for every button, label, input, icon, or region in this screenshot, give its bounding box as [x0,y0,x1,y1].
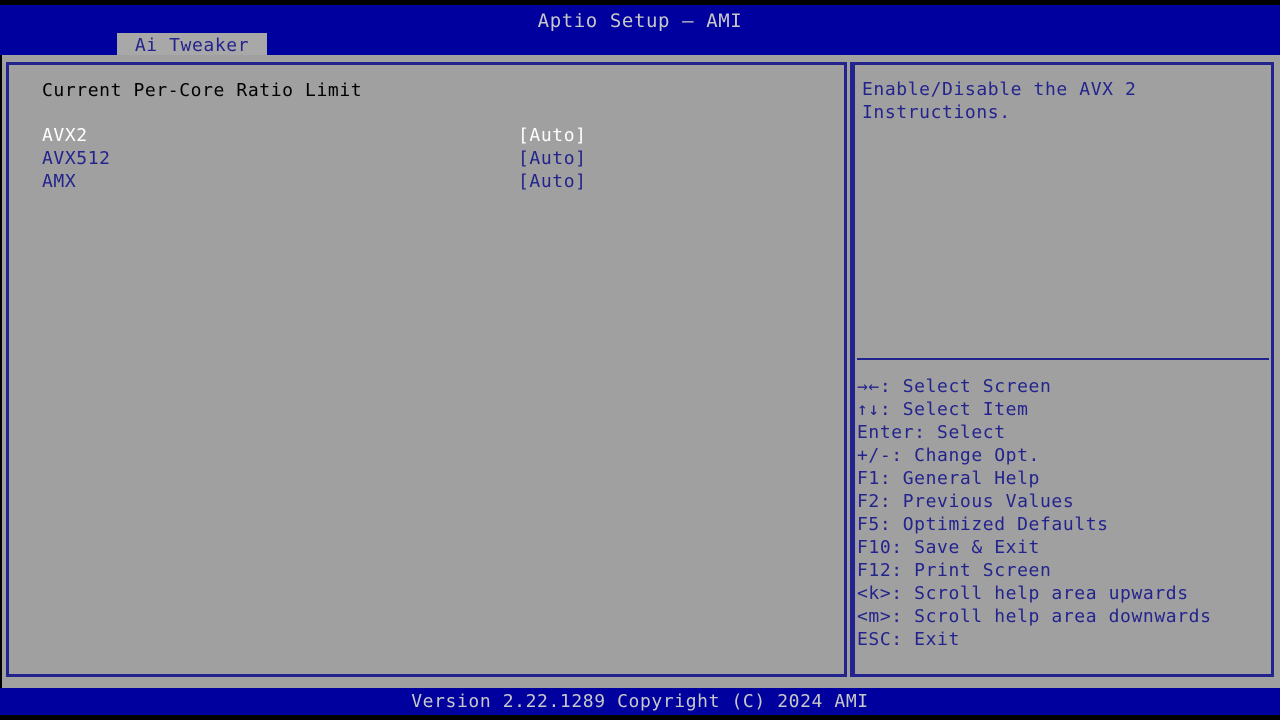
help-divider [857,358,1269,360]
version-text: Version 2.22.1289 Copyright (C) 2024 AMI [411,691,869,712]
help-description: Enable/Disable the AVX 2 Instructions. [862,79,1137,123]
legend-print-screen: F12: Print Screen [857,560,1052,581]
legend-scroll-up: <k>: Scroll help area upwards [857,583,1189,604]
legend-scroll-down: <m>: Scroll help area downwards [857,606,1212,627]
bottom-edge-border [0,715,1280,720]
legend-change-opt: +/-: Change Opt. [857,445,1040,466]
bios-setup-screen: Aptio Setup – AMI Ai Tweaker Current Per… [0,0,1280,720]
left-edge-border [0,55,2,688]
setting-value-amx[interactable]: [Auto] [518,170,587,193]
help-panel: Enable/Disable the AVX 2 Instructions. →… [850,62,1274,677]
legend-save-exit: F10: Save & Exit [857,537,1040,558]
section-title: Current Per-Core Ratio Limit [42,80,363,101]
legend-previous-values: F2: Previous Values [857,491,1075,512]
legend-optimized-defaults: F5: Optimized Defaults [857,514,1109,535]
page-title: Aptio Setup – AMI [537,10,743,32]
setting-row-amx[interactable]: AMX [Auto] [9,170,844,193]
setting-label-amx: AMX [42,171,77,192]
title-bar: Aptio Setup – AMI Ai Tweaker [0,5,1280,59]
setting-value-avx2[interactable]: [Auto] [518,124,587,147]
legend-enter-select: Enter: Select [857,422,1006,443]
settings-list: AVX2 [Auto] AVX512 [Auto] AMX [Auto] [9,124,844,193]
setting-label-avx2: AVX2 [42,125,88,146]
legend-select-screen: →←: Select Screen [857,376,1052,397]
legend-general-help: F1: General Help [857,468,1040,489]
settings-panel: Current Per-Core Ratio Limit AVX2 [Auto]… [6,62,847,677]
legend-select-item: ↑↓: Select Item [857,399,1029,420]
setting-row-avx512[interactable]: AVX512 [Auto] [9,147,844,170]
legend-esc-exit: ESC: Exit [857,629,960,650]
setting-value-avx512[interactable]: [Auto] [518,147,587,170]
setting-row-avx2[interactable]: AVX2 [Auto] [9,124,844,147]
status-bar: Version 2.22.1289 Copyright (C) 2024 AMI [0,688,1280,715]
key-legend: →←: Select Screen ↑↓: Select Item Enter:… [857,375,1273,651]
setting-label-avx512: AVX512 [42,148,111,169]
